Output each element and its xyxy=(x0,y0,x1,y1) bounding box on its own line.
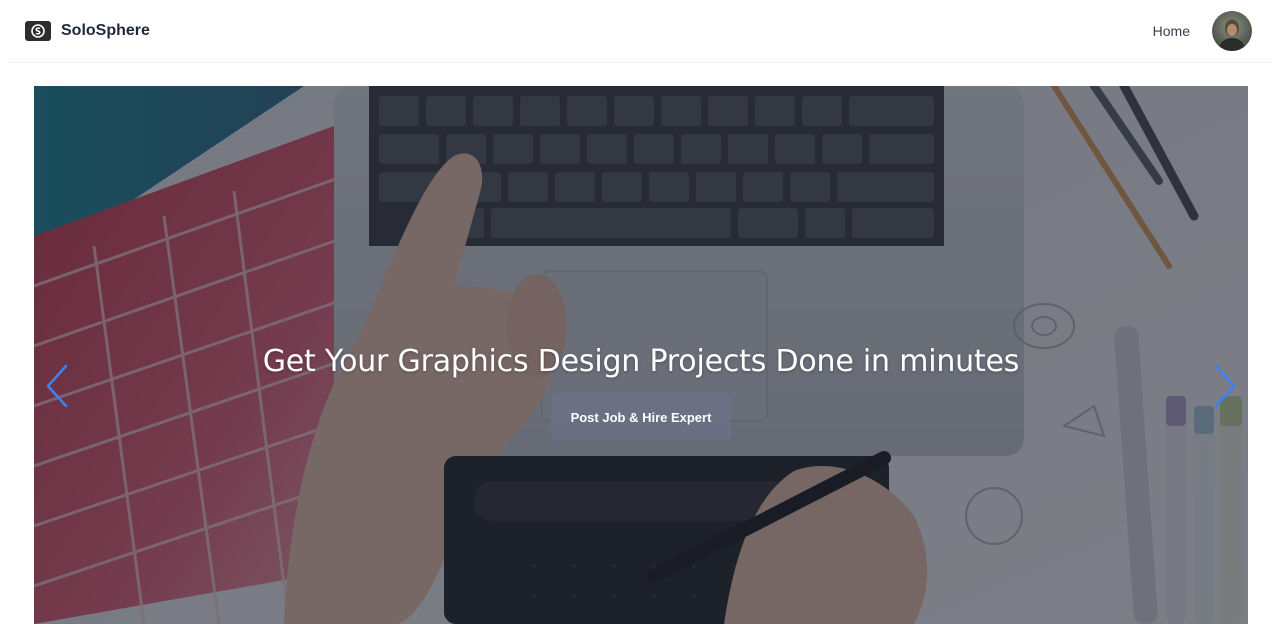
solosphere-logo-icon xyxy=(25,21,51,41)
user-avatar[interactable] xyxy=(1212,11,1252,51)
nav-link-home[interactable]: Home xyxy=(1153,23,1190,39)
navbar: SoloSphere Home xyxy=(9,0,1272,63)
hero-content: Get Your Graphics Design Projects Done i… xyxy=(34,344,1248,441)
post-job-button[interactable]: Post Job & Hire Expert xyxy=(550,393,732,441)
hero-carousel: Get Your Graphics Design Projects Done i… xyxy=(34,86,1248,624)
nav-right: Home xyxy=(1153,11,1252,51)
brand-name: SoloSphere xyxy=(61,22,150,39)
hero-title: Get Your Graphics Design Projects Done i… xyxy=(262,344,1020,379)
brand[interactable]: SoloSphere xyxy=(25,21,150,41)
